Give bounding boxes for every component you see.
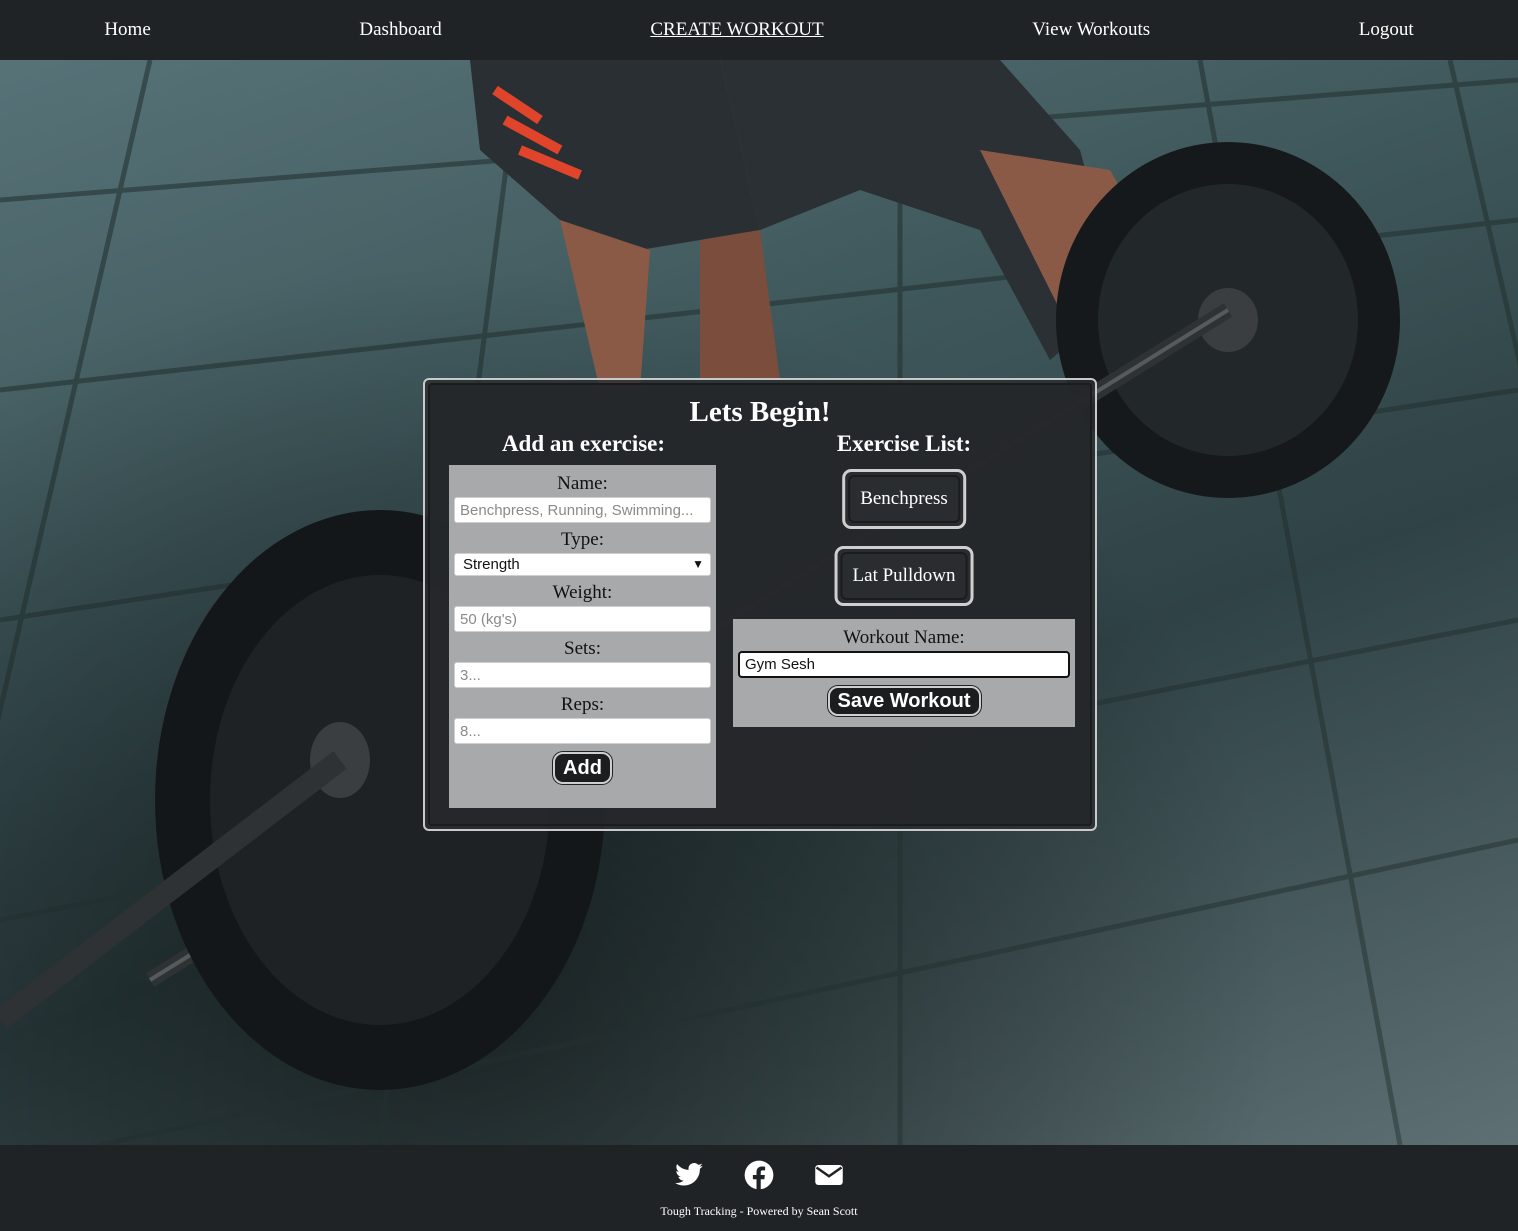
exercise-item-label: Lat Pulldown	[840, 552, 968, 600]
workout-name-input[interactable]	[738, 651, 1070, 678]
email-icon[interactable]	[814, 1160, 844, 1190]
exercise-item-label: Benchpress	[848, 475, 960, 523]
type-label: Type:	[561, 529, 604, 550]
create-workout-panel-inner: Lets Begin! Add an exercise: Exercise Li…	[428, 383, 1092, 826]
sets-label: Sets:	[564, 638, 601, 659]
social-links	[0, 1160, 1518, 1190]
weight-input[interactable]	[454, 606, 711, 632]
facebook-icon[interactable]	[744, 1160, 774, 1190]
weight-label: Weight:	[552, 582, 613, 603]
exercise-item-benchpress[interactable]: Benchpress	[842, 469, 966, 529]
save-workout-button[interactable]: Save Workout	[827, 686, 981, 716]
workout-name-label: Workout Name:	[843, 627, 965, 648]
add-exercise-button[interactable]: Add	[553, 752, 612, 784]
top-navbar: Home Dashboard CREATE WORKOUT View Worko…	[0, 0, 1518, 60]
nav-view-workouts[interactable]: View Workouts	[1032, 19, 1150, 41]
reps-input[interactable]	[454, 718, 711, 744]
chevron-down-icon: ▼	[692, 557, 704, 571]
sets-input[interactable]	[454, 662, 711, 688]
nav-logout[interactable]: Logout	[1359, 19, 1414, 41]
nav-create-workout[interactable]: CREATE WORKOUT	[650, 19, 823, 41]
save-workout-form: Workout Name: Save Workout	[733, 619, 1075, 727]
page-title: Lets Begin!	[689, 396, 831, 428]
exercise-list-heading: Exercise List:	[836, 431, 972, 456]
exercise-type-value: Strength	[463, 556, 520, 573]
nav-home[interactable]: Home	[104, 19, 150, 41]
exercise-list: Benchpress Lat Pulldown	[733, 469, 1075, 619]
nav-dashboard[interactable]: Dashboard	[359, 19, 441, 41]
exercise-name-input[interactable]	[454, 497, 711, 523]
add-exercise-heading: Add an exercise:	[501, 431, 666, 456]
footer-credit: Tough Tracking - Powered by Sean Scott	[660, 1204, 858, 1218]
create-workout-panel: Lets Begin! Add an exercise: Exercise Li…	[423, 378, 1097, 831]
add-exercise-form: Name: Type: Strength ▼ Weight: Sets: Rep…	[449, 465, 716, 808]
exercise-type-select[interactable]: Strength ▼	[454, 553, 711, 576]
exercise-item-lat-pulldown[interactable]: Lat Pulldown	[834, 546, 974, 606]
footer: Tough Tracking - Powered by Sean Scott	[0, 1145, 1518, 1231]
reps-label: Reps:	[560, 694, 605, 715]
twitter-icon[interactable]	[674, 1160, 704, 1190]
name-label: Name:	[557, 473, 608, 494]
